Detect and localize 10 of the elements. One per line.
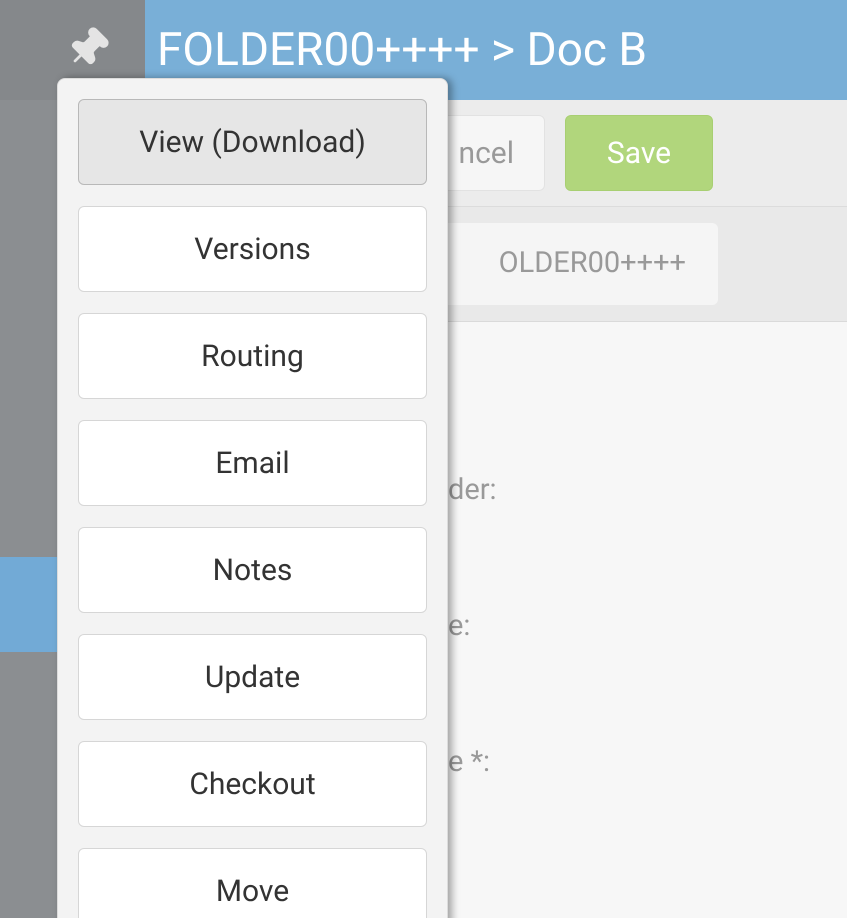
menu-item[interactable]: Update (78, 634, 427, 720)
menu-item[interactable]: Move (78, 848, 427, 918)
menu-item[interactable]: Versions (78, 206, 427, 292)
field-label: e *: (448, 744, 492, 780)
menu-item[interactable]: Checkout (78, 741, 427, 827)
menu-item[interactable]: Routing (78, 313, 427, 399)
page-title: FOLDER00++++ > Doc B (157, 27, 648, 73)
menu-item[interactable]: Notes (78, 527, 427, 613)
menu-item[interactable]: View (Download) (78, 99, 427, 185)
menu-item[interactable]: Email (78, 420, 427, 506)
